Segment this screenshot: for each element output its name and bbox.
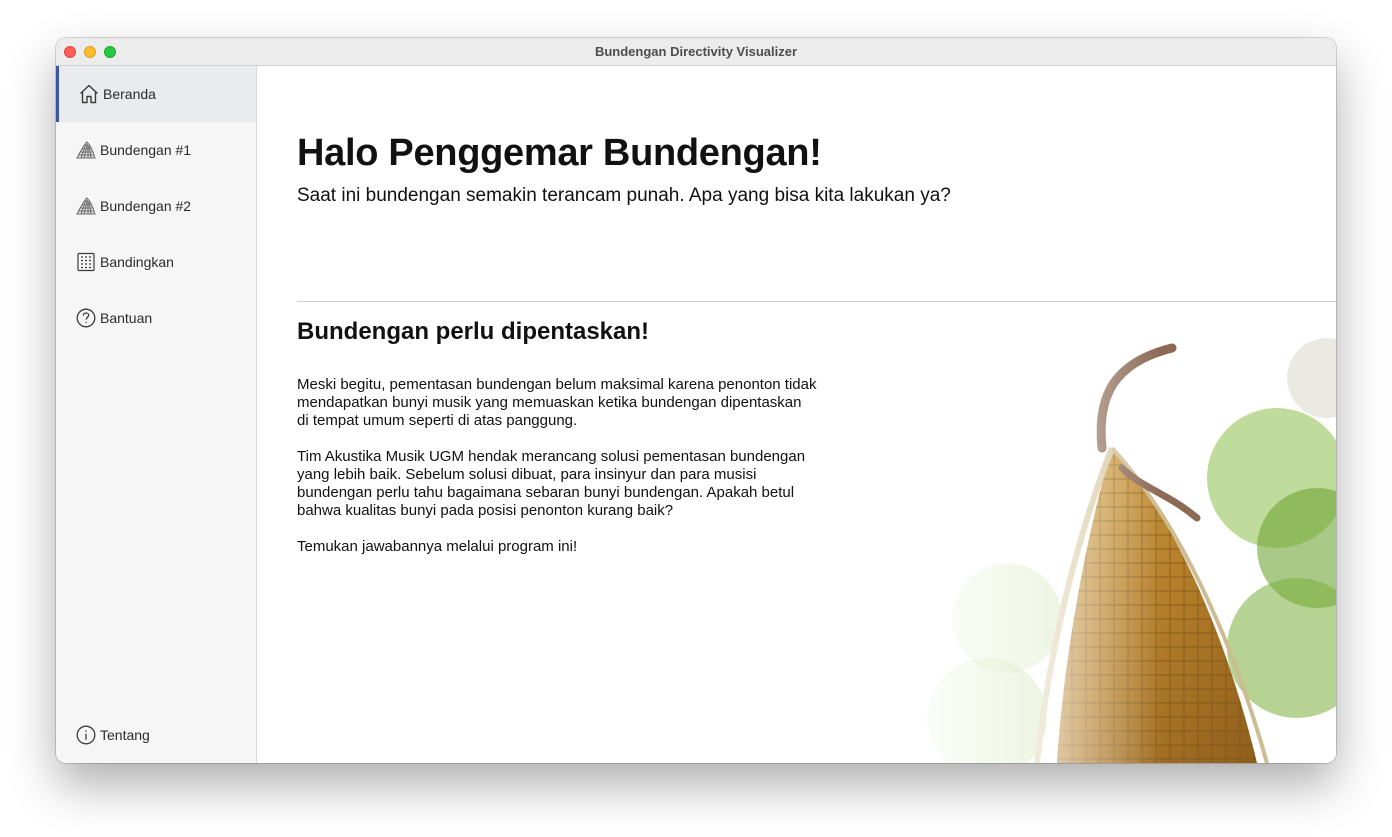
sidebar-item-label: Bundengan #1 bbox=[100, 142, 192, 158]
section-heading: Bundengan perlu dipentaskan! bbox=[297, 318, 650, 345]
sidebar-item-tentang[interactable]: Tentang bbox=[56, 707, 256, 763]
sidebar-item-bantuan[interactable]: Bantuan bbox=[56, 290, 256, 346]
paragraph: Meski begitu, pementasan bundengan belum… bbox=[297, 376, 817, 429]
sidebar-item-label: Bandingkan bbox=[100, 254, 174, 270]
sidebar-item-label: Bundengan #2 bbox=[100, 198, 192, 214]
help-icon bbox=[75, 307, 97, 329]
sidebar: Beranda Bundengan #1 Bundengan #2 Bandin… bbox=[56, 66, 257, 763]
app-window: Bundengan Directivity Visualizer Beranda… bbox=[56, 38, 1336, 763]
bundengan-icon bbox=[75, 195, 97, 217]
sidebar-item-label: Tentang bbox=[100, 727, 150, 743]
sidebar-item-bundengan-2[interactable]: Bundengan #2 bbox=[56, 178, 256, 234]
sidebar-item-beranda[interactable]: Beranda bbox=[56, 66, 256, 122]
bundengan-photo bbox=[897, 318, 1336, 763]
home-icon bbox=[78, 83, 100, 105]
info-icon bbox=[75, 724, 97, 746]
page-subtitle: Saat ini bundengan semakin terancam puna… bbox=[297, 185, 951, 206]
main-content: Halo Penggemar Bundengan! Saat ini bunde… bbox=[257, 66, 1336, 763]
paragraph: Tim Akustika Musik UGM hendak merancang … bbox=[297, 448, 806, 519]
sidebar-item-label: Beranda bbox=[103, 86, 156, 102]
sidebar-item-label: Bantuan bbox=[100, 310, 153, 326]
grid-icon bbox=[75, 251, 97, 273]
sidebar-item-bundengan-1[interactable]: Bundengan #1 bbox=[56, 122, 256, 178]
title-bar: Bundengan Directivity Visualizer bbox=[56, 38, 1336, 66]
page-title: Halo Penggemar Bundengan! bbox=[297, 132, 822, 174]
sidebar-item-bandingkan[interactable]: Bandingkan bbox=[56, 234, 256, 290]
paragraph: Temukan jawabannya melalui program ini! bbox=[297, 538, 578, 555]
bundengan-icon bbox=[75, 139, 97, 161]
section-divider bbox=[297, 301, 1336, 302]
section-body: Meski begitu, pementasan bundengan belum… bbox=[297, 376, 817, 574]
window-title: Bundengan Directivity Visualizer bbox=[594, 44, 798, 59]
